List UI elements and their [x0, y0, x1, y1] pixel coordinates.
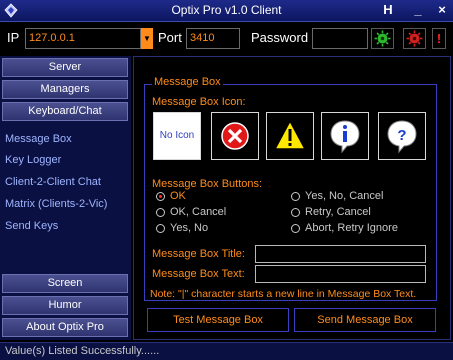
- chevron-down-icon[interactable]: ▼: [141, 28, 153, 49]
- radio-abort-retry-ignore-label[interactable]: Abort, Retry Ignore: [305, 222, 398, 234]
- connect-button[interactable]: [371, 28, 394, 49]
- error-icon: [221, 122, 249, 150]
- nav-managers[interactable]: Managers: [2, 80, 128, 99]
- nav-screen[interactable]: Screen: [2, 274, 128, 293]
- sidebar-item-key-logger[interactable]: Key Logger: [5, 154, 61, 166]
- info-icon: [330, 120, 360, 154]
- password-label: Password: [251, 30, 309, 45]
- minimize-icon[interactable]: _: [411, 2, 425, 17]
- sidebar-item-message-box[interactable]: Message Box: [5, 133, 72, 145]
- title-bar: Optix Pro v1.0 Client H _ ×: [0, 0, 453, 22]
- nav-keyboard-chat[interactable]: Keyboard/Chat: [2, 102, 128, 121]
- radio-yes-no-cancel[interactable]: [291, 192, 300, 201]
- sidebar-item-client-chat[interactable]: Client-2-Client Chat: [5, 176, 101, 188]
- test-message-box-button[interactable]: Test Message Box: [147, 308, 289, 332]
- text-field-label: Message Box Text:: [152, 268, 245, 280]
- nav-humor[interactable]: Humor: [2, 296, 128, 315]
- nav-server[interactable]: Server: [2, 58, 128, 77]
- alert-button[interactable]: !: [432, 28, 446, 49]
- close-icon[interactable]: ×: [435, 2, 449, 17]
- disconnect-button[interactable]: [403, 28, 426, 49]
- connection-bar: IP 127.0.0.1 ▼ Port 3410 Password !: [0, 22, 453, 54]
- radio-ok-cancel-label[interactable]: OK, Cancel: [170, 206, 226, 218]
- password-field[interactable]: [312, 28, 368, 49]
- nav-about[interactable]: About Optix Pro: [2, 318, 128, 337]
- error-icon-option[interactable]: [211, 112, 259, 160]
- connect-icon: [374, 30, 391, 47]
- radio-ok-cancel[interactable]: [156, 208, 165, 217]
- disconnect-icon: [406, 30, 423, 47]
- line-break-note: Note: "|" character starts a new line in…: [150, 288, 417, 300]
- send-message-box-button[interactable]: Send Message Box: [294, 308, 436, 332]
- info-icon-option[interactable]: [321, 112, 369, 160]
- radio-yes-no-label[interactable]: Yes, No: [170, 222, 208, 234]
- port-label: Port: [158, 30, 182, 45]
- status-bar: Value(s) Listed Successfully......: [0, 342, 453, 360]
- warning-icon-option[interactable]: [266, 112, 314, 160]
- radio-retry-cancel-label[interactable]: Retry, Cancel: [305, 206, 371, 218]
- optix-client-window: Optix Pro v1.0 Client H _ × IP 127.0.0.1…: [0, 0, 453, 360]
- ip-field[interactable]: 127.0.0.1: [25, 28, 141, 49]
- sidebar-item-send-keys[interactable]: Send Keys: [5, 220, 58, 232]
- svg-text:?: ?: [397, 127, 406, 144]
- title-field-label: Message Box Title:: [152, 248, 245, 260]
- group-title: Message Box: [152, 76, 223, 88]
- no-icon-option[interactable]: No Icon: [153, 112, 201, 160]
- question-icon-option[interactable]: ?: [378, 112, 426, 160]
- question-icon: ?: [387, 120, 417, 154]
- radio-yes-no[interactable]: [156, 224, 165, 233]
- status-text: Value(s) Listed Successfully......: [5, 345, 160, 357]
- help-button[interactable]: H: [381, 2, 395, 17]
- message-text-input[interactable]: [255, 265, 426, 283]
- buttons-section-label: Message Box Buttons:: [152, 178, 263, 190]
- radio-yes-no-cancel-label[interactable]: Yes, No, Cancel: [305, 190, 383, 202]
- radio-abort-retry-ignore[interactable]: [291, 224, 300, 233]
- radio-ok[interactable]: [156, 192, 165, 201]
- ip-label: IP: [7, 30, 20, 45]
- icon-section-label: Message Box Icon:: [152, 96, 246, 108]
- radio-retry-cancel[interactable]: [291, 208, 300, 217]
- sidebar: Server Managers Keyboard/Chat Message Bo…: [0, 56, 131, 340]
- radio-ok-label[interactable]: OK: [170, 190, 186, 202]
- warning-icon: [273, 119, 307, 150]
- port-field[interactable]: 3410: [186, 28, 240, 49]
- sidebar-item-matrix[interactable]: Matrix (Clients-2-Vic): [5, 198, 107, 210]
- message-title-input[interactable]: [255, 245, 426, 263]
